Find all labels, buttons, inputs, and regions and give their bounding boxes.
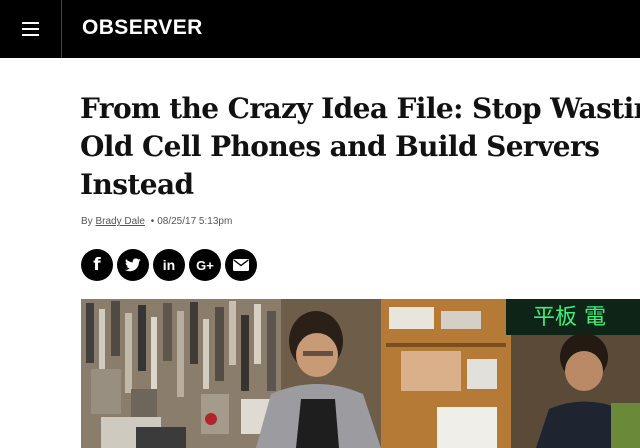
facebook-icon: f <box>93 255 101 275</box>
linkedin-icon: in <box>162 257 176 273</box>
article-title: From the Crazy Idea File: Stop Wasting O… <box>80 92 640 201</box>
linkedin-share-button[interactable]: in <box>153 249 185 281</box>
twitter-icon <box>125 258 141 272</box>
hero-photo-illustration: 平板 電 <box>81 299 640 448</box>
facebook-share-button[interactable]: f <box>81 249 113 281</box>
email-icon <box>233 259 249 271</box>
author-link[interactable]: Brady Dale <box>95 216 144 227</box>
share-buttons: f in G+ <box>81 249 257 281</box>
byline-separator: • <box>150 216 155 227</box>
publish-date: 08/25/17 5:13pm <box>157 216 233 227</box>
byline-prefix: By <box>81 216 93 227</box>
google-plus-share-button[interactable]: G+ <box>189 249 221 281</box>
hamburger-menu-icon <box>22 22 39 24</box>
email-share-button[interactable] <box>225 249 257 281</box>
site-logo[interactable]: OBSERVER <box>82 15 203 41</box>
menu-button[interactable] <box>0 0 62 58</box>
google-plus-icon: G+ <box>196 257 214 273</box>
store-sign-text: 平板 電 <box>533 305 606 330</box>
hero-photo: 平板 電 <box>81 299 640 448</box>
twitter-share-button[interactable] <box>117 249 149 281</box>
byline: By Brady Dale • 08/25/17 5:13pm <box>81 216 232 227</box>
site-header: OBSERVER <box>0 0 640 58</box>
